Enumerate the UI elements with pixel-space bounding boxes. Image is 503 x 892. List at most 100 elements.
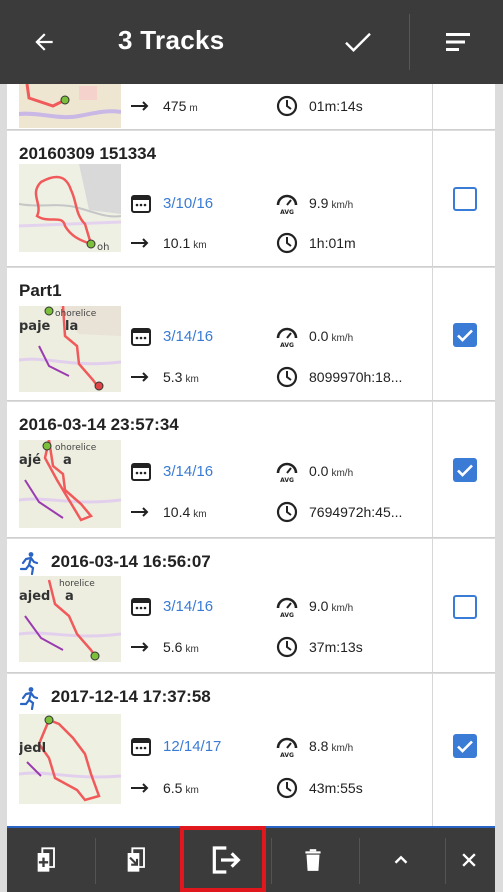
track-name: 20160309 151334 [19, 144, 157, 163]
delete-icon [305, 849, 321, 871]
map-label: oh [97, 242, 109, 252]
merge-track-button[interactable] [105, 828, 169, 892]
svg-text:AVG: AVG [280, 477, 294, 483]
track-row[interactable]: 20160309 151334 oh 3/10/16 AVG 9.9km/h [7, 131, 495, 267]
calendar-icon [131, 328, 151, 346]
select-cell [432, 131, 495, 266]
merge-track-icon [127, 847, 145, 872]
distance-value: 5.6 [163, 639, 183, 655]
close-button[interactable] [443, 828, 495, 892]
map-label: ohorelice [55, 309, 97, 319]
arrow-back-icon [35, 33, 53, 51]
track-row-partial[interactable]: 475 m 01m:14s [7, 84, 495, 130]
track-name: 2017-12-14 17:37:58 [51, 687, 211, 706]
distance-value: 10.4 [163, 504, 191, 520]
clock-icon [276, 777, 298, 799]
date-cell: 12/14/17 [129, 734, 221, 758]
export-highlight-frame [180, 826, 266, 892]
page-title: 3 Tracks [118, 25, 225, 55]
map-label: a [63, 453, 72, 468]
distance-arrow-icon [131, 507, 149, 517]
distance-arrow-icon [131, 238, 149, 248]
running-icon [19, 687, 39, 710]
track-row[interactable]: Part1 paje la ohorelice 3/14/16 AVG 0.0 … [7, 268, 495, 401]
date-cell: 3/14/16 [129, 594, 213, 618]
track-date: 3/14/16 [163, 462, 214, 480]
track-checkbox[interactable] [453, 323, 477, 347]
sort-menu-icon [446, 33, 470, 51]
distance-value: 475 [163, 98, 187, 114]
add-track-button[interactable] [15, 828, 79, 892]
svg-text:AVG: AVG [280, 752, 294, 758]
distance-cell: 10.4 km [129, 500, 207, 524]
confirm-button[interactable] [330, 18, 386, 66]
speed-unit: km/h [331, 603, 354, 614]
track-date: 12/14/17 [163, 737, 222, 755]
distance-cell: 5.3 km [129, 365, 199, 389]
track-checkbox[interactable] [453, 734, 477, 758]
speed-unit: km/h [331, 743, 354, 754]
track-row[interactable]: 2017-12-14 17:37:58 jedl 12/14/17 AVG 8.… [7, 674, 495, 826]
select-cell [432, 402, 495, 537]
clock-icon [276, 232, 298, 254]
avg-speed-icon: AVG [276, 327, 298, 348]
checkbox-check-icon [457, 464, 473, 477]
duration-value: 8099970h:18... [309, 369, 403, 385]
track-map-thumbnail [19, 84, 121, 128]
distance-arrow-icon [131, 101, 149, 111]
close-icon [462, 853, 476, 867]
track-checkbox[interactable] [453, 595, 477, 619]
map-label: a [65, 589, 74, 604]
distance-unit: km [193, 240, 207, 251]
distance-arrow-icon [131, 783, 149, 793]
track-list[interactable]: 475 m 01m:14s 20160309 151334 oh 3/10/16… [7, 84, 495, 826]
select-cell [432, 84, 495, 129]
track-checkbox[interactable] [453, 458, 477, 482]
calendar-icon [131, 463, 151, 481]
distance-unit: km [185, 374, 199, 385]
track-checkbox[interactable] [453, 187, 477, 211]
map-label: jedl [19, 741, 46, 756]
select-cell [432, 674, 495, 826]
avg-speed-icon: AVG [276, 194, 298, 215]
delete-button[interactable] [281, 828, 345, 892]
back-button[interactable] [20, 18, 68, 66]
avg-speed-value: 8.8 [309, 738, 329, 754]
sort-menu-button[interactable] [430, 18, 486, 66]
collapse-button[interactable] [369, 828, 433, 892]
collapse-icon [394, 855, 408, 864]
avg-speed-icon: AVG [276, 597, 298, 618]
speed-cell: AVG 9.9 km/h [275, 191, 353, 215]
avg-speed-icon: AVG [276, 737, 298, 758]
map-label: ajé [19, 453, 41, 468]
speed-cell: AVG 8.8 km/h [275, 734, 353, 758]
distance-value: 5.3 [163, 369, 183, 385]
add-track-icon [37, 847, 55, 872]
map-label: ohorelice [55, 443, 97, 453]
speed-cell: AVG 9.0 km/h [275, 594, 353, 618]
running-icon [19, 552, 39, 575]
duration-value: 7694972h:45... [309, 504, 403, 520]
speed-cell: AVG 0.0 km/h [275, 324, 353, 348]
avg-speed-value: 0.0 [309, 328, 329, 344]
map-label: paje [19, 319, 51, 334]
duration-value: 01m:14s [309, 98, 363, 114]
duration-cell: 01m:14s [275, 94, 363, 118]
distance-cell: 5.6 km [129, 635, 199, 659]
distance-cell: 10.1 km [129, 231, 207, 255]
date-cell: 3/14/16 [129, 324, 213, 348]
distance-unit: km [193, 509, 207, 520]
track-map-thumbnail: ajé a ohorelice [19, 440, 121, 528]
appbar-divider [409, 14, 410, 70]
track-row[interactable]: 2016-03-14 23:57:34 ajé a ohorelice 3/14… [7, 402, 495, 538]
distance-cell: 475 m [129, 94, 198, 118]
distance-arrow-icon [131, 372, 149, 382]
distance-unit: km [185, 785, 199, 796]
track-date: 3/14/16 [163, 327, 214, 345]
distance-value: 6.5 [163, 780, 183, 796]
distance-cell: 6.5 km [129, 776, 199, 800]
date-cell: 3/10/16 [129, 191, 213, 215]
duration-value: 43m:55s [309, 780, 363, 796]
track-date: 3/14/16 [163, 597, 214, 615]
track-row[interactable]: 2016-03-14 16:56:07 ajed a horelice 3/14… [7, 539, 495, 673]
